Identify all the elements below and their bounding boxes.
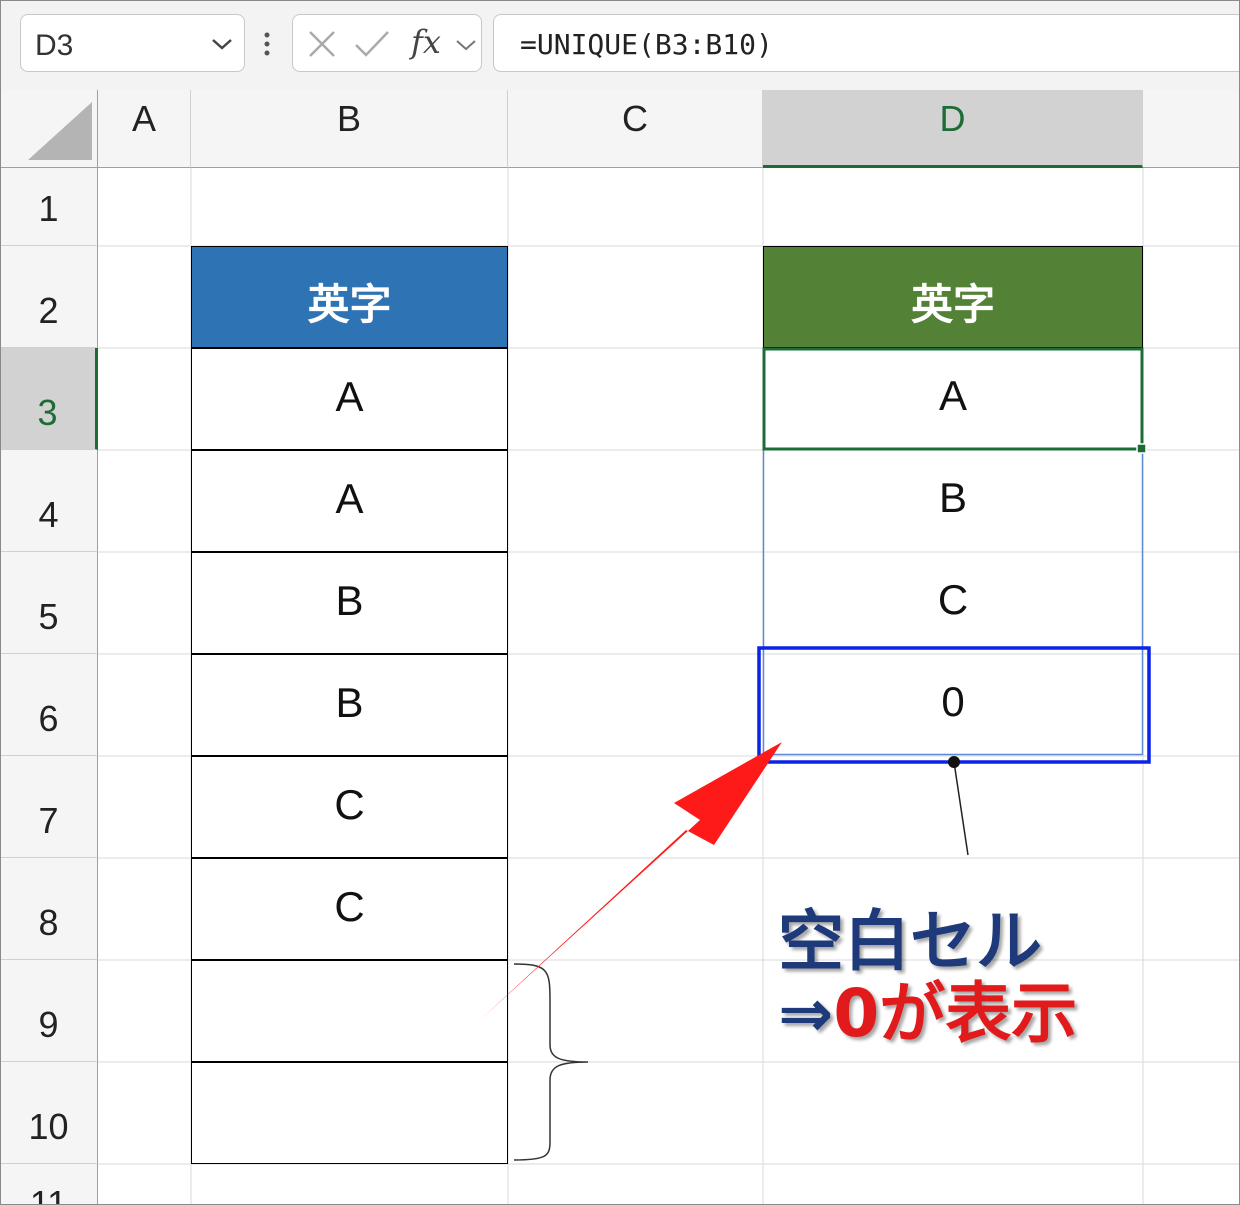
image-border bbox=[0, 0, 1240, 1205]
